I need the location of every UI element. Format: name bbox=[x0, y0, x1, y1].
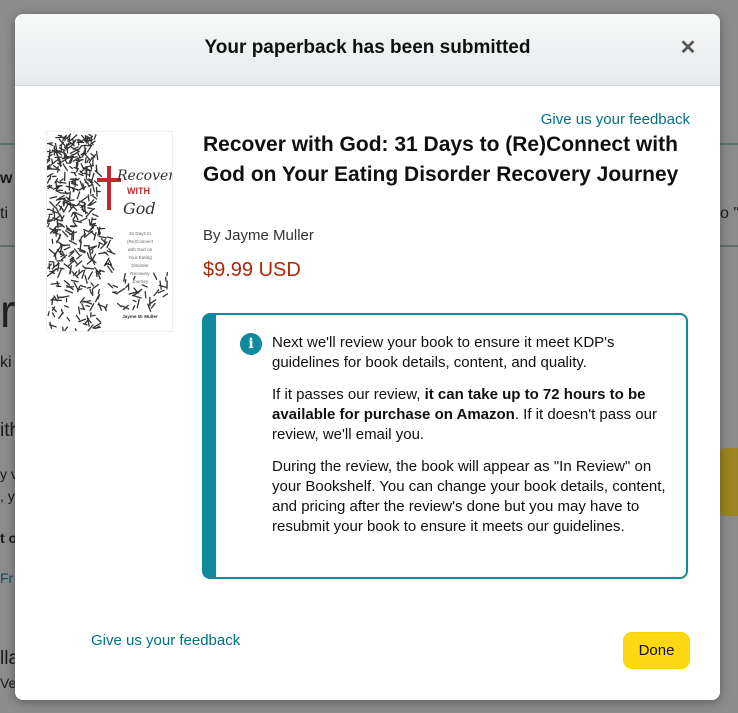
cover-scribble-mark bbox=[49, 175, 52, 181]
feedback-link-top[interactable]: Give us your feedback bbox=[541, 111, 690, 128]
info-p2-start: If it passes our review, bbox=[272, 386, 425, 403]
cover-scribble-mark bbox=[57, 210, 60, 216]
cover-scribble-mark bbox=[88, 169, 91, 178]
info-paragraph-2: If it passes our review, it can take up … bbox=[272, 385, 667, 445]
cover-scribble-mark bbox=[51, 158, 54, 164]
background-text: ti bbox=[0, 205, 8, 222]
background-text: Ve bbox=[0, 675, 17, 691]
cover-scribble-mark bbox=[62, 326, 64, 331]
cover-scribble-mark bbox=[70, 156, 78, 159]
cover-scribble-mark bbox=[84, 157, 87, 164]
cover-scribble-mark bbox=[87, 194, 90, 202]
info-paragraph-3: During the review, the book will appear … bbox=[272, 458, 666, 535]
info-icon: i bbox=[240, 333, 262, 355]
cover-scribble-mark bbox=[97, 289, 100, 295]
feedback-link-bottom[interactable]: Give us your feedback bbox=[91, 632, 240, 649]
cover-scribble-mark bbox=[70, 171, 77, 174]
svg-text:with God on: with God on bbox=[128, 247, 153, 252]
background-text: ki bbox=[0, 354, 12, 371]
background-text: r bbox=[0, 285, 16, 337]
cover-scribble-mark bbox=[91, 314, 96, 317]
svg-text:Recover: Recover bbox=[116, 168, 172, 184]
cover-scribble-mark bbox=[59, 250, 62, 256]
cover-scribble-mark bbox=[72, 187, 75, 193]
cover-scribble-mark bbox=[86, 286, 92, 289]
background-text: w bbox=[0, 170, 13, 187]
svg-text:Your Eating: Your Eating bbox=[128, 255, 152, 260]
modal-header: Your paperback has been submitted ✕ bbox=[15, 14, 720, 86]
svg-text:Journey: Journey bbox=[132, 279, 149, 284]
cover-scribble-mark bbox=[97, 242, 101, 249]
close-icon[interactable]: ✕ bbox=[678, 38, 698, 58]
cover-scribble-mark bbox=[51, 299, 54, 306]
cover-scribble-mark bbox=[59, 267, 65, 270]
cover-scribble-mark bbox=[56, 184, 59, 190]
book-title: Recover with God: 31 Days to (Re)Connect… bbox=[203, 133, 679, 186]
cover-scribble-mark bbox=[87, 207, 93, 210]
svg-text:Disorder: Disorder bbox=[131, 263, 149, 268]
svg-text:Recovery: Recovery bbox=[130, 271, 150, 276]
review-info-text: Next we'll review your book to ensure it… bbox=[272, 333, 667, 549]
book-price: $9.99 USD bbox=[203, 259, 301, 281]
svg-text:God: God bbox=[123, 199, 156, 218]
svg-text:Jayme M. Muller: Jayme M. Muller bbox=[122, 314, 158, 319]
cover-scribble-mark bbox=[68, 134, 71, 142]
cover-scribble-mark bbox=[95, 186, 98, 197]
cover-scribble-mark bbox=[56, 294, 59, 300]
svg-text:31 Days to: 31 Days to bbox=[129, 231, 151, 236]
svg-text:WITH: WITH bbox=[127, 186, 150, 196]
book-cover: Recover WITH God 31 Days to (Re)Connect wi… bbox=[46, 131, 173, 332]
cover-scribble-mark bbox=[68, 199, 75, 202]
background-text: , y bbox=[0, 488, 15, 504]
cover-scribble-mark bbox=[79, 240, 82, 250]
info-paragraph-1: Next we'll review your book to ensure it… bbox=[272, 334, 615, 371]
cover-scribble-mark bbox=[85, 304, 90, 307]
done-button[interactable]: Done bbox=[623, 632, 690, 669]
background-button bbox=[720, 448, 738, 516]
background-text: o "a bbox=[720, 205, 738, 222]
background-text: Fr bbox=[0, 570, 14, 586]
review-info-box: i Next we'll review your book to ensure … bbox=[202, 313, 688, 579]
modal-title: Your paperback has been submitted bbox=[204, 37, 531, 58]
submission-modal: Your paperback has been submitted ✕ Give… bbox=[15, 14, 720, 700]
book-cover-art: Recover WITH God 31 Days to (Re)Connect wi… bbox=[47, 132, 172, 331]
cover-scribble-mark bbox=[70, 153, 76, 156]
cover-scribble-mark bbox=[50, 282, 60, 285]
cover-scribble-mark bbox=[60, 181, 67, 184]
cover-scribble-mark bbox=[88, 218, 91, 226]
cover-scribble-mark bbox=[68, 191, 71, 201]
cover-scribble-mark bbox=[91, 249, 94, 255]
book-author: By Jayme Muller bbox=[203, 227, 314, 244]
svg-text:(Re)Connect: (Re)Connect bbox=[127, 239, 154, 244]
